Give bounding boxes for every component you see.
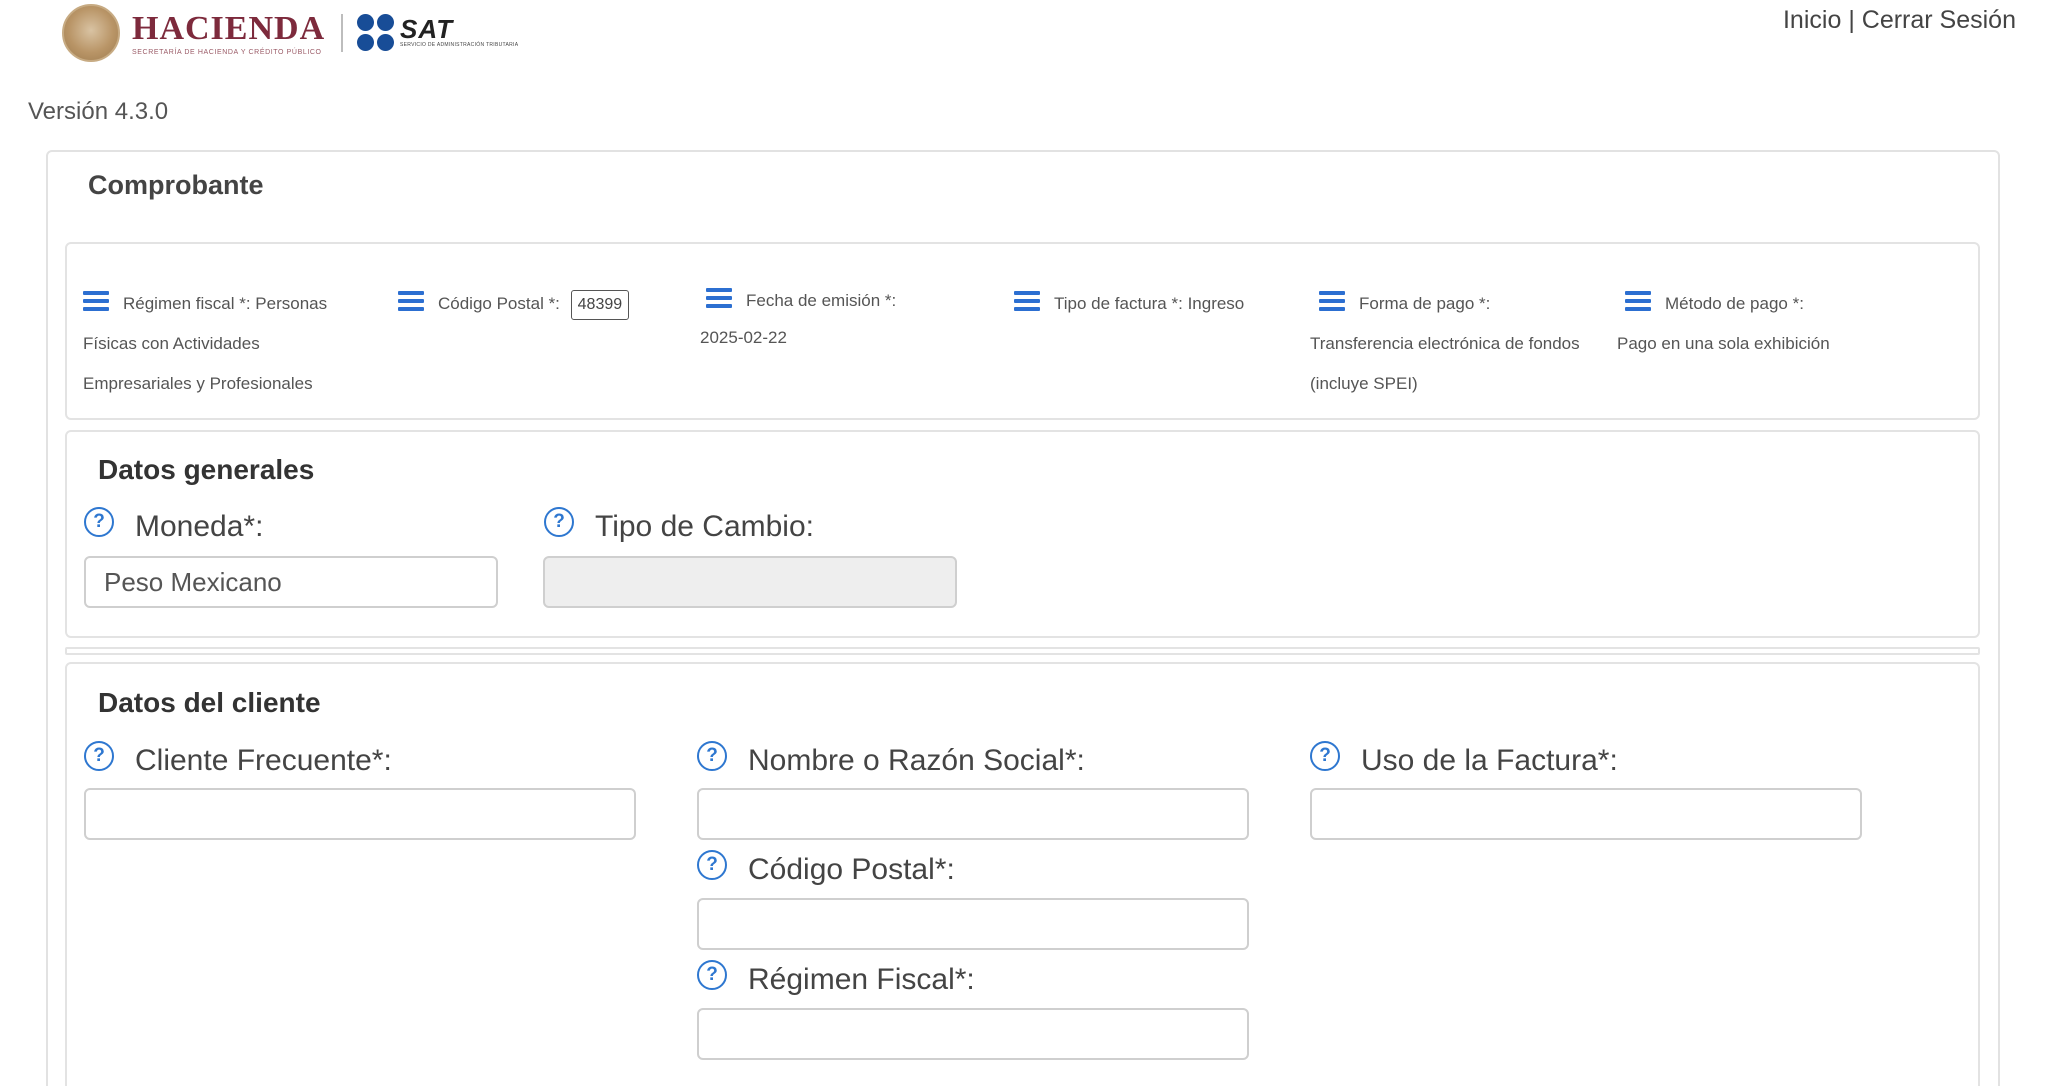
metodo-pago-value: Pago en una sola exhibición — [1617, 334, 1830, 353]
summary-forma-pago: Forma de pago *: — [1319, 284, 1490, 324]
cliente-frecuente-input[interactable] — [84, 788, 636, 840]
forma-pago-value-2: (incluye SPEI) — [1310, 374, 1418, 393]
inicio-link[interactable]: Inicio — [1783, 6, 1841, 34]
sat-logo: SAT SERVICIO DE ADMINISTRACIÓN TRIBUTARI… — [357, 12, 518, 52]
tipo-cambio-input[interactable] — [543, 556, 957, 608]
regimen-label: Régimen fiscal *: — [123, 294, 251, 313]
metodo-pago-label: Método de pago *: — [1665, 294, 1804, 313]
tipo-factura-value: Ingreso — [1187, 294, 1245, 313]
uso-factura-input[interactable] — [1310, 788, 1862, 840]
forma-pago-value-1: Transferencia electrónica de fondos — [1310, 334, 1580, 353]
hacienda-subtitle: SECRETARÍA DE HACIENDA Y CRÉDITO PÚBLICO — [132, 48, 322, 56]
cp-value-box: 48399 — [570, 290, 630, 320]
question-circle-icon[interactable]: ? — [697, 850, 727, 880]
uso-factura-label: Uso de la Factura*: — [1361, 744, 1618, 777]
question-circle-icon[interactable]: ? — [544, 507, 574, 537]
cp-label: Código Postal *: — [438, 294, 560, 313]
menu-lines-icon[interactable] — [398, 290, 424, 311]
links-separator: | — [1848, 6, 1855, 34]
top-links: Inicio | Cerrar Sesión — [1783, 6, 2016, 35]
cliente-frecuente-label: Cliente Frecuente*: — [135, 744, 392, 777]
regimen-value-1: Personas — [255, 294, 328, 313]
menu-lines-icon[interactable] — [1319, 290, 1345, 311]
fecha-value: 2025-02-22 — [700, 328, 787, 347]
version-label: Versión 4.3.0 — [28, 98, 169, 125]
section-separator — [65, 647, 1980, 655]
tipo-factura-label: Tipo de factura *: — [1054, 294, 1183, 313]
summary-codigo-postal: Código Postal *: 48399 — [398, 284, 630, 324]
cerrar-sesion-link[interactable]: Cerrar Sesión — [1862, 6, 2016, 34]
hacienda-title: HACIENDA — [132, 9, 326, 47]
regimen-value-3: Empresariales y Profesionales — [83, 374, 313, 393]
logo-divider — [341, 14, 343, 52]
nombre-input[interactable] — [697, 788, 1249, 840]
datos-generales-title: Datos generales — [98, 454, 315, 485]
tipo-cambio-label: Tipo de Cambio: — [595, 510, 814, 543]
eagle-seal-icon — [62, 4, 120, 62]
regimen-fiscal-label: Régimen Fiscal*: — [748, 963, 975, 996]
forma-pago-label: Forma de pago *: — [1359, 294, 1491, 313]
sat-title: SAT — [400, 14, 454, 44]
menu-lines-icon[interactable] — [1014, 290, 1040, 311]
regimen-value-2: Físicas con Actividades — [83, 334, 260, 353]
summary-regimen: Régimen fiscal *: Personas — [83, 284, 327, 324]
moneda-label: Moneda*: — [135, 510, 264, 543]
sat-dots-icon — [357, 13, 394, 51]
summary-fecha: Fecha de emisión *: — [706, 281, 896, 321]
codigo-postal-input[interactable] — [697, 898, 1249, 950]
summary-tipo-factura: Tipo de factura *: Ingreso — [1014, 284, 1244, 324]
menu-lines-icon[interactable] — [1625, 290, 1651, 311]
question-circle-icon[interactable]: ? — [697, 741, 727, 771]
nombre-label: Nombre o Razón Social*: — [748, 744, 1085, 777]
comprobante-title: Comprobante — [88, 170, 264, 200]
question-circle-icon[interactable]: ? — [697, 960, 727, 990]
codigo-postal-label: Código Postal*: — [748, 853, 955, 886]
fecha-label: Fecha de emisión *: — [746, 291, 897, 310]
datos-cliente-title: Datos del cliente — [98, 687, 321, 718]
menu-lines-icon[interactable] — [83, 290, 109, 311]
moneda-select[interactable]: Peso Mexicano — [84, 556, 498, 608]
hacienda-logo: HACIENDA SECRETARÍA DE HACIENDA Y CRÉDIT… — [62, 2, 325, 64]
question-circle-icon[interactable]: ? — [84, 741, 114, 771]
question-circle-icon[interactable]: ? — [1310, 741, 1340, 771]
question-circle-icon[interactable]: ? — [84, 507, 114, 537]
summary-metodo-pago: Método de pago *: — [1625, 284, 1804, 324]
sat-subtitle: SERVICIO DE ADMINISTRACIÓN TRIBUTARIA — [400, 42, 519, 48]
menu-lines-icon[interactable] — [706, 287, 732, 308]
regimen-fiscal-input[interactable] — [697, 1008, 1249, 1060]
